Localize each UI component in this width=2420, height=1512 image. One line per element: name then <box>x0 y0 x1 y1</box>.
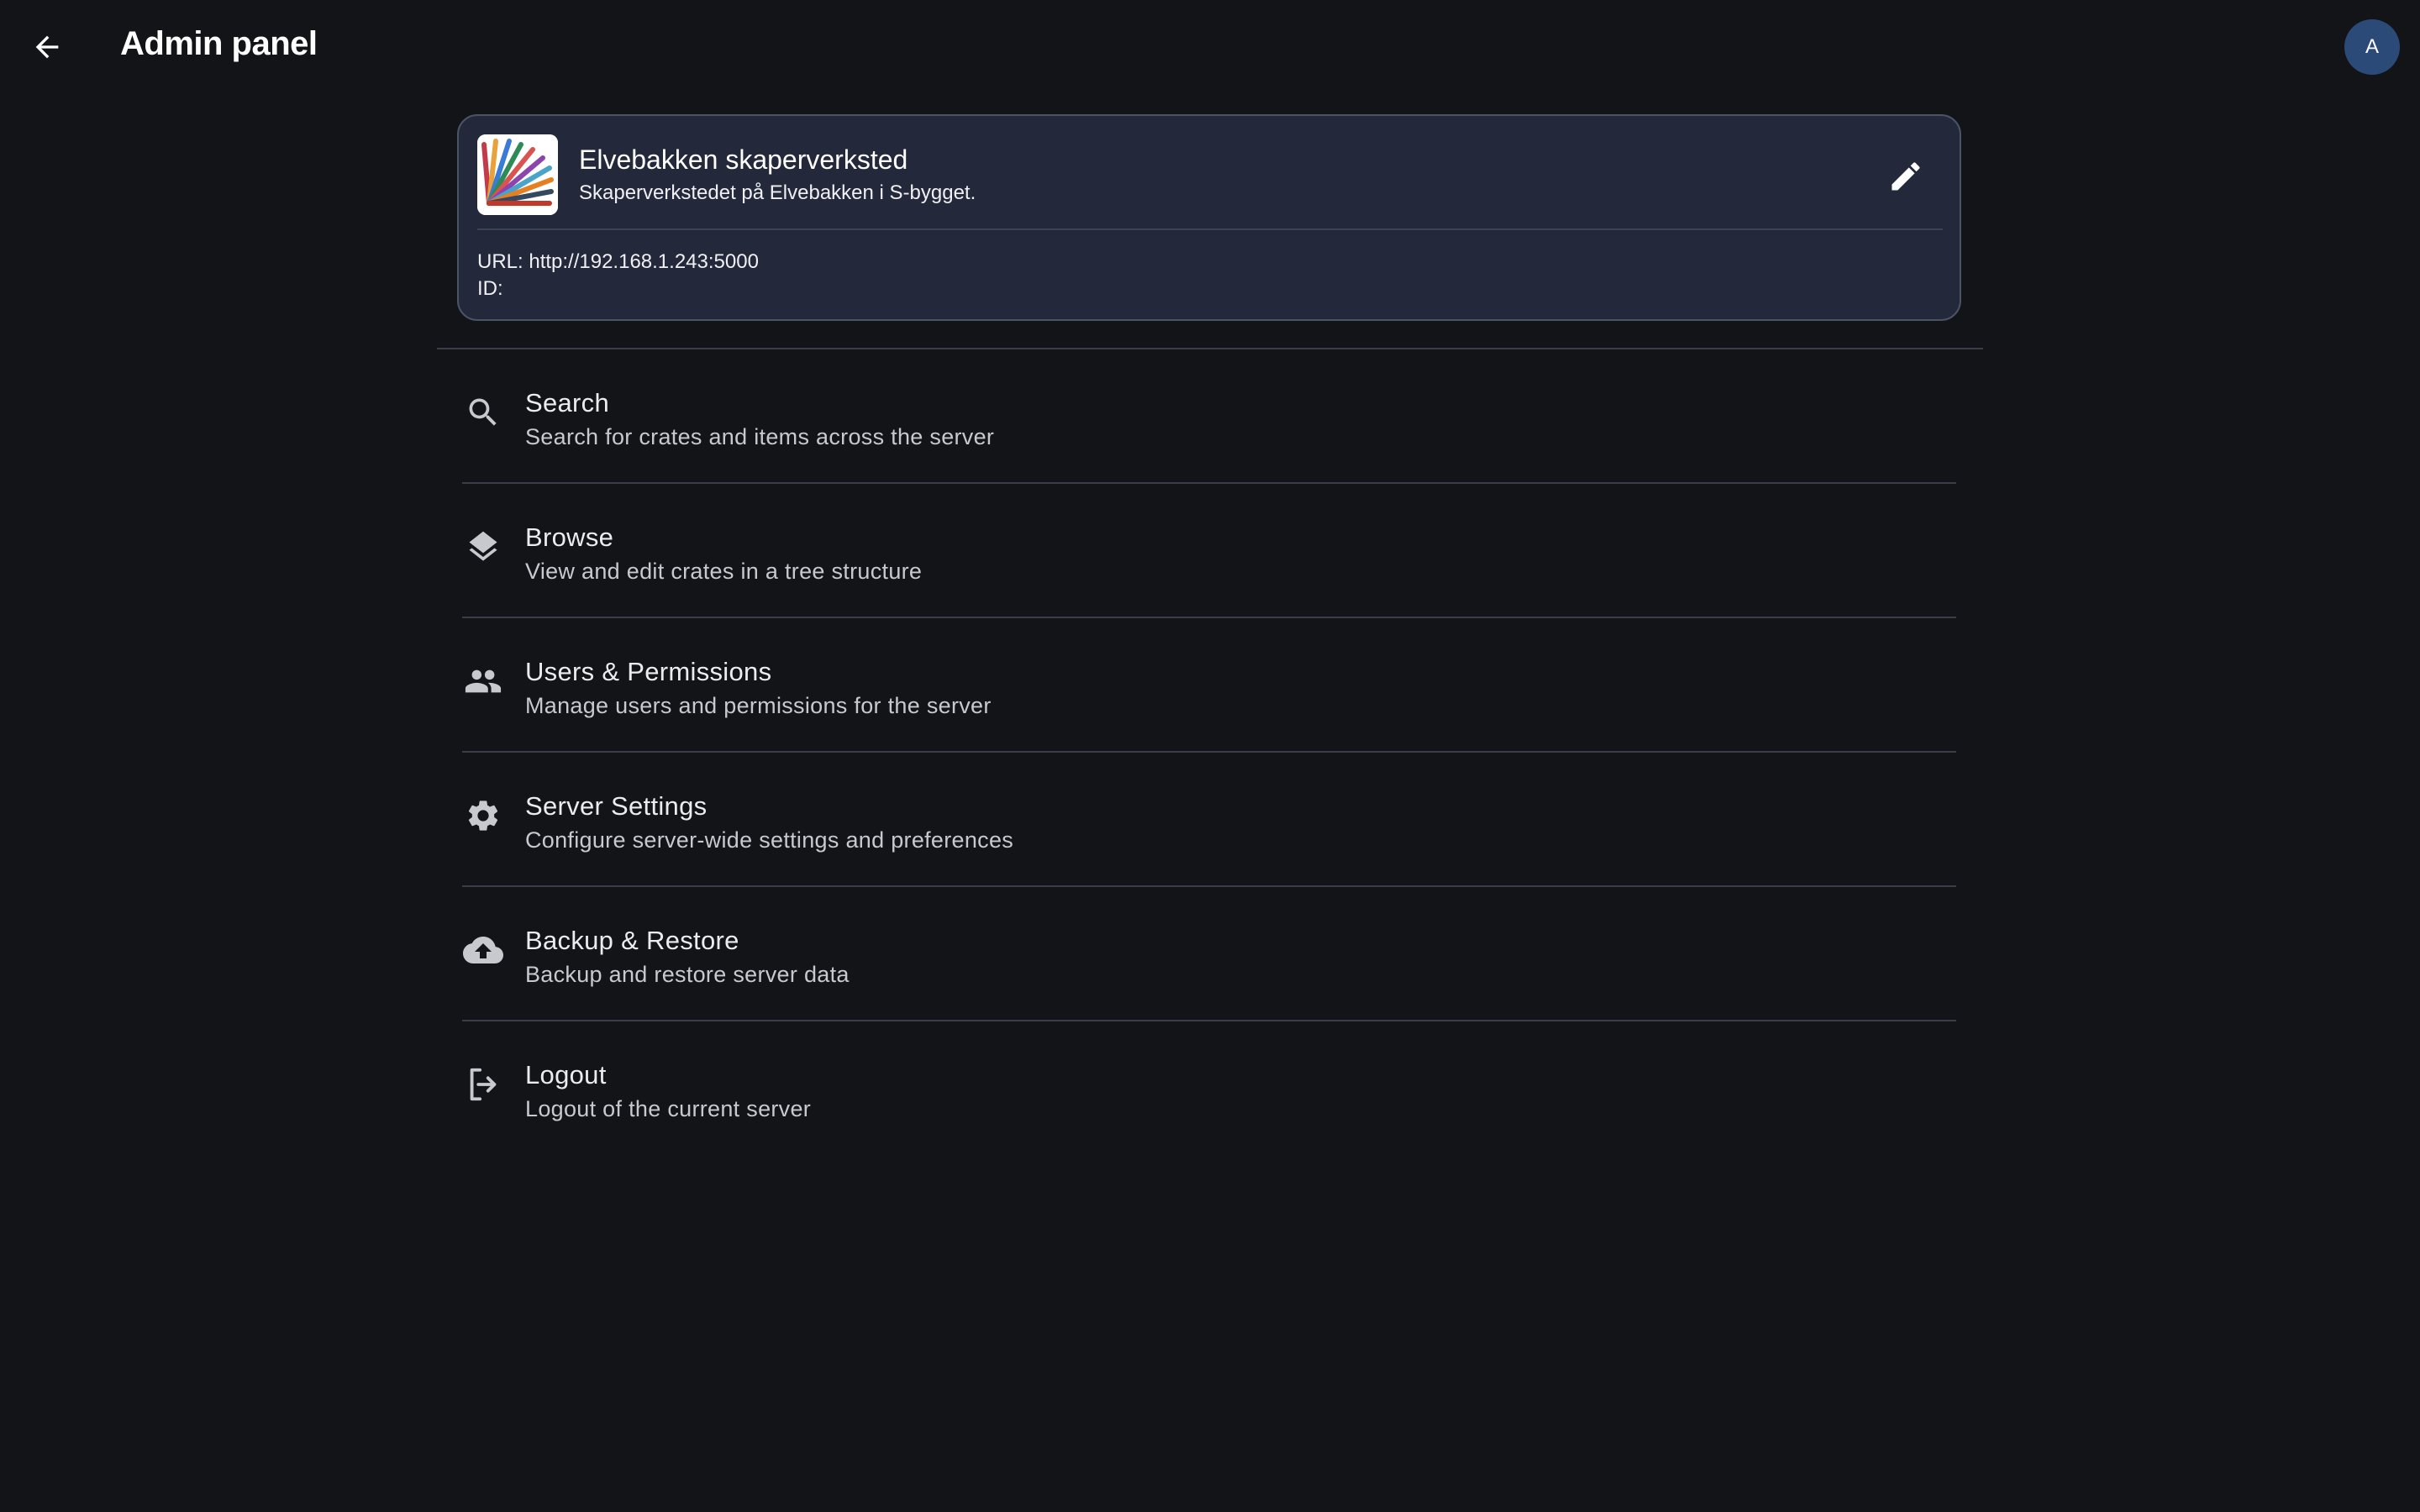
menu-item-server-settings[interactable]: Server Settings Configure server-wide se… <box>462 753 1956 887</box>
menu-item-search[interactable]: Search Search for crates and items acros… <box>462 349 1956 484</box>
gear-icon <box>462 795 504 837</box>
menu-item-logout[interactable]: Logout Logout of the current server <box>462 1021 1956 1154</box>
search-icon <box>462 391 504 433</box>
menu-item-subtitle: Search for crates and items across the s… <box>525 424 995 449</box>
avatar-initial: A <box>2365 35 2379 58</box>
menu-item-browse[interactable]: Browse View and edit crates in a tree st… <box>462 484 1956 618</box>
menu-item-title: Browse <box>525 522 614 552</box>
page-title: Admin panel <box>120 25 318 62</box>
avatar[interactable]: A <box>2344 19 2400 75</box>
menu-item-subtitle: Configure server-wide settings and prefe… <box>525 827 1014 853</box>
server-id: ID: <box>477 277 503 300</box>
menu-item-subtitle: Backup and restore server data <box>525 962 850 987</box>
admin-menu: Search Search for crates and items acros… <box>462 349 1956 1154</box>
menu-item-subtitle: Logout of the current server <box>525 1096 812 1121</box>
menu-item-title: Server Settings <box>525 791 708 821</box>
edit-server-button[interactable] <box>1881 151 1931 202</box>
menu-item-title: Backup & Restore <box>525 926 739 955</box>
menu-item-subtitle: Manage users and permissions for the ser… <box>525 693 992 718</box>
layers-icon <box>462 526 504 568</box>
cloud-upload-icon <box>462 929 504 971</box>
logout-icon <box>462 1063 504 1105</box>
card-divider <box>477 228 1943 230</box>
people-icon <box>462 660 504 702</box>
app-bar: Admin panel A <box>0 0 2420 94</box>
menu-item-title: Search <box>525 388 610 417</box>
menu-item-users-permissions[interactable]: Users & Permissions Manage users and per… <box>462 618 1956 753</box>
menu-item-title: Logout <box>525 1060 607 1089</box>
back-button[interactable] <box>20 20 74 74</box>
arrow-left-icon <box>30 30 64 64</box>
server-name: Elvebakken skaperverksted <box>579 144 908 175</box>
server-description: Skaperverkstedet på Elvebakken i S-bygge… <box>579 181 976 204</box>
server-logo <box>477 134 558 215</box>
menu-item-backup-restore[interactable]: Backup & Restore Backup and restore serv… <box>462 887 1956 1021</box>
pencil-icon <box>1887 158 1924 195</box>
menu-item-title: Users & Permissions <box>525 657 772 686</box>
server-url: URL: http://192.168.1.243:5000 <box>477 250 759 273</box>
menu-item-subtitle: View and edit crates in a tree structure <box>525 559 923 584</box>
server-card: Elvebakken skaperverksted Skaperverksted… <box>457 114 1961 321</box>
